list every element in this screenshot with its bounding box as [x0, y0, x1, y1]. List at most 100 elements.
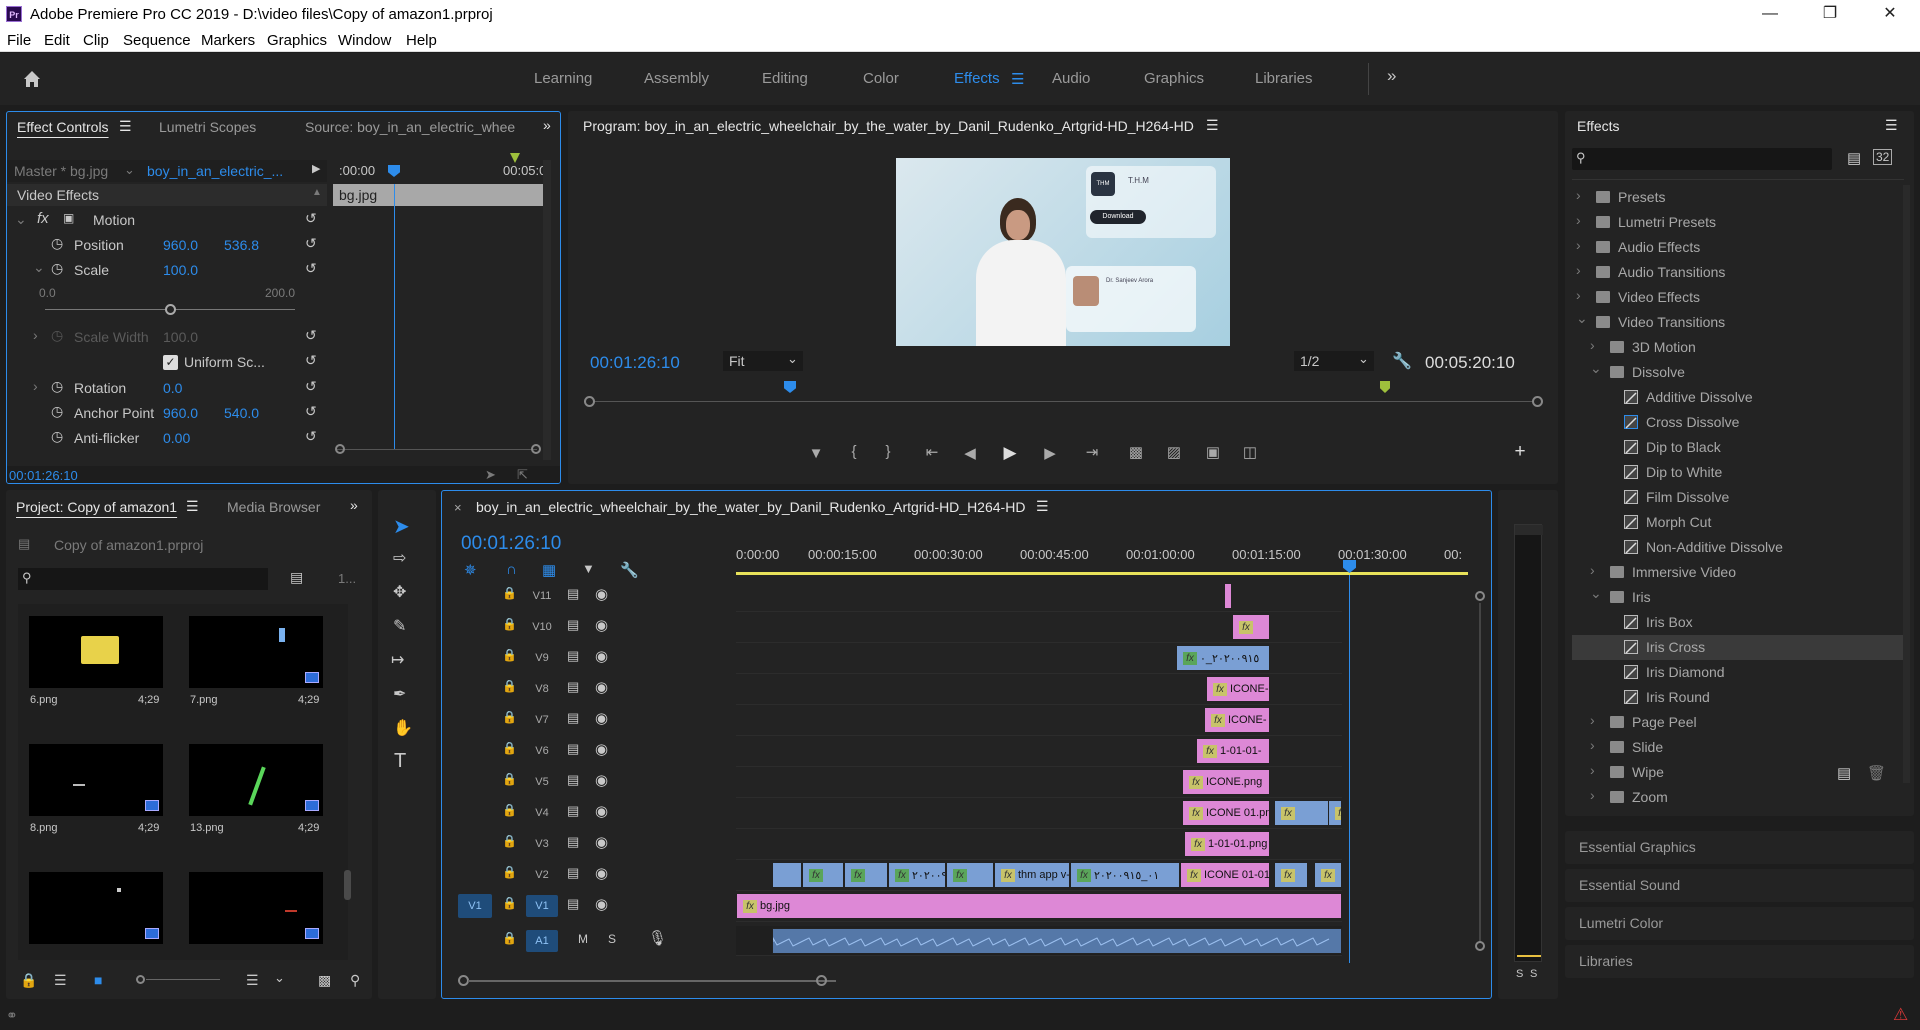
export-icon[interactable]: ⇱ [517, 467, 528, 483]
add-marker-icon[interactable]: ▼ [806, 445, 826, 462]
slip-tool-icon[interactable]: ↦ [391, 650, 404, 670]
menu-file[interactable]: File [7, 32, 31, 49]
clip-label[interactable]: boy_in_an_electric_... [147, 163, 283, 179]
stopwatch-icon[interactable]: ◷ [51, 235, 63, 252]
program-title[interactable]: Program: boy_in_an_electric_wheelchair_b… [583, 118, 1194, 134]
effects-tree-item[interactable]: Iris Cross [1572, 635, 1904, 660]
position-x-value[interactable]: 960.0 [163, 237, 198, 253]
effects-tree-item[interactable]: Morph Cut [1572, 510, 1904, 535]
lock-track-icon[interactable]: 🔒 [502, 865, 517, 879]
video-clip[interactable]: fx ICONE.png [1182, 769, 1270, 795]
video-clip[interactable]: fx ۰_٢٠٢٠٠٩١٥ [1176, 645, 1270, 671]
workspace-assembly[interactable]: Assembly [644, 70, 709, 87]
workspace-effects[interactable]: Effects [954, 70, 1000, 87]
video-clip[interactable]: fx ٢٠٢٠٠٩ [888, 862, 946, 888]
effects-tree-item[interactable]: › 3D Motion [1572, 335, 1904, 360]
go-to-in-icon[interactable]: ⇤ [920, 443, 944, 461]
camera-icon[interactable]: ▣ [1201, 443, 1225, 461]
lock-track-icon[interactable]: 🔒 [502, 710, 517, 724]
video-clip[interactable]: fx 1-01-01- [1196, 738, 1270, 764]
lock-icon[interactable]: 🔒 [20, 972, 37, 989]
lock-track-icon[interactable]: 🔒 [502, 896, 517, 910]
resolution-dropdown[interactable]: 1/2 ⌄ [1294, 351, 1374, 371]
playhead-marker-icon[interactable] [388, 165, 400, 177]
libraries-panel[interactable]: Libraries [1565, 945, 1914, 978]
program-scrubber[interactable] [584, 381, 1543, 411]
hscroll-handle-right[interactable] [816, 975, 827, 986]
sequence-title[interactable]: boy_in_an_electric_wheelchair_by_the_wat… [476, 499, 1025, 515]
play-icon[interactable]: ▶ [1000, 443, 1020, 463]
timeline-hscrollbar[interactable] [468, 980, 836, 982]
minimize-icon[interactable]: — [1750, 3, 1790, 25]
tab-lumetri-scopes[interactable]: Lumetri Scopes [159, 119, 256, 135]
video-clip[interactable] [1224, 583, 1232, 609]
track-name-v5[interactable]: V5 [526, 771, 558, 793]
razor-tool-icon[interactable]: ✎ [393, 616, 406, 636]
scale-slider-thumb[interactable] [165, 304, 176, 315]
eye-icon[interactable]: ◉ [595, 678, 608, 696]
meter-clip-indicator[interactable] [1515, 525, 1543, 535]
effect-clip-bar[interactable]: bg.jpg [333, 184, 543, 206]
icon-view-icon[interactable]: ■ [94, 972, 102, 988]
video-clip[interactable]: fx thm app v- [994, 862, 1070, 888]
zoom-slider[interactable] [146, 979, 220, 980]
video-clip[interactable]: fx ٠١_٢٠٢٠٠٩١٥ [1070, 862, 1180, 888]
stopwatch-icon[interactable]: ◷ [51, 327, 63, 344]
eye-icon[interactable]: ◉ [595, 833, 608, 851]
eye-icon[interactable]: ◉ [595, 647, 608, 665]
chevron-right-icon[interactable]: › [1576, 262, 1581, 278]
chevron-down-icon[interactable]: ⌄ [1590, 360, 1602, 377]
effects-tree-item[interactable]: › Presets [1572, 185, 1904, 210]
workspace-audio[interactable]: Audio [1052, 70, 1090, 87]
delete-icon[interactable]: 🗑 [1867, 764, 1886, 782]
sync-lock-icon[interactable]: ▤ [567, 710, 579, 726]
eye-icon[interactable]: ◉ [595, 585, 608, 603]
lock-track-icon[interactable]: 🔒 [502, 617, 517, 631]
workspace-more-icon[interactable]: » [1387, 66, 1396, 86]
effect-zoom-bar[interactable] [337, 449, 537, 450]
reset-icon[interactable]: ↺ [305, 352, 317, 369]
chevron-right-icon[interactable]: › [1576, 287, 1581, 303]
chevron-right-icon[interactable]: › [1590, 787, 1595, 803]
list-view-icon[interactable]: ☰ [54, 972, 67, 989]
effects-tree-item[interactable]: › Zoom [1572, 785, 1904, 810]
sync-lock-icon[interactable]: ▤ [567, 679, 579, 695]
program-video-frame[interactable]: THM T.H.M Download Dr. Sanjeev Arora [896, 158, 1230, 346]
track-name-v9[interactable]: V9 [526, 647, 558, 669]
lock-track-icon[interactable]: 🔒 [502, 586, 517, 600]
timeline-playhead[interactable] [1349, 575, 1350, 963]
video-clip[interactable]: fx [946, 862, 994, 888]
lock-track-icon[interactable]: 🔒 [502, 803, 517, 817]
effects-tree-item[interactable]: › Video Effects [1572, 285, 1904, 310]
new-folder-icon[interactable]: ▤ [1837, 764, 1851, 782]
panel-menu-icon[interactable]: ☰ [1036, 498, 1049, 515]
sync-lock-icon[interactable]: ▤ [567, 865, 579, 881]
tab-project[interactable]: Project: Copy of amazon1 [16, 499, 177, 515]
chevron-right-icon[interactable]: › [1590, 712, 1595, 728]
32-bit-filter-icon[interactable]: 32 [1873, 149, 1893, 165]
video-clip[interactable]: fx ICONE 01.pn [1182, 800, 1270, 826]
lift-icon[interactable]: ▩ [1124, 443, 1148, 461]
sync-lock-icon[interactable]: ▤ [567, 834, 579, 850]
workspace-color[interactable]: Color [863, 70, 899, 87]
menu-window[interactable]: Window [338, 32, 391, 49]
close-tab-icon[interactable]: × [454, 500, 462, 515]
sync-lock-icon[interactable]: ▤ [567, 648, 579, 664]
sync-lock-icon[interactable]: ▤ [567, 772, 579, 788]
chevron-right-icon[interactable]: › [1576, 237, 1581, 253]
automate-icon[interactable]: ▩ [318, 972, 331, 989]
track-name-a1[interactable]: A1 [526, 930, 558, 952]
chevron-right-icon[interactable]: › [1576, 212, 1581, 228]
track-lane-v8[interactable]: fx ICONE- [736, 674, 1342, 705]
position-y-value[interactable]: 536.8 [224, 237, 259, 253]
track-name-v4[interactable]: V4 [526, 802, 558, 824]
effects-tree-item[interactable]: Cross Dissolve [1572, 410, 1904, 435]
chevron-down-icon[interactable]: ⌄ [1576, 310, 1588, 327]
anchor-x-value[interactable]: 960.0 [163, 405, 198, 421]
effects-tree-item[interactable]: Film Dissolve [1572, 485, 1904, 510]
video-clip[interactable]: fx ICONE- [1206, 676, 1270, 702]
reset-icon[interactable]: ↺ [305, 378, 317, 395]
zoom-handle-left[interactable] [335, 444, 345, 454]
workspace-menu-icon[interactable]: ☰ [1011, 70, 1024, 88]
filter-icon[interactable]: ➤ [485, 467, 496, 483]
